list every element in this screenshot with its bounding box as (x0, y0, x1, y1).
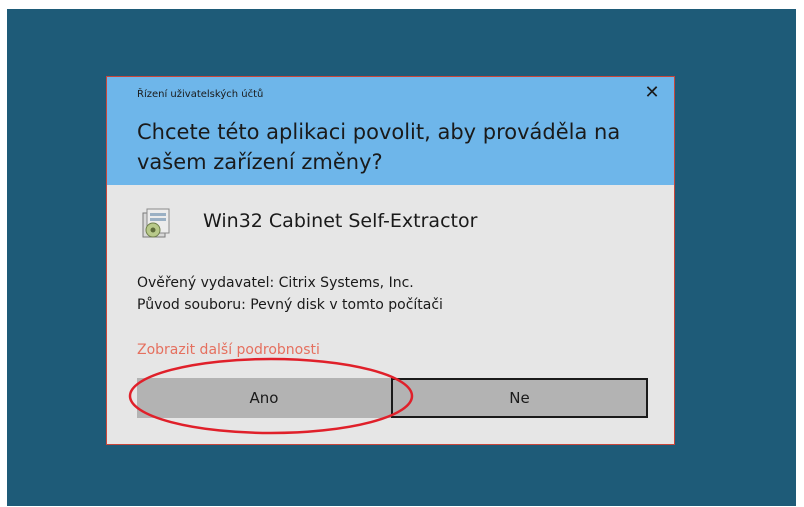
no-button[interactable]: Ne (391, 378, 648, 418)
dialog-title: Řízení uživatelských účtů (137, 89, 264, 100)
app-name: Win32 Cabinet Self-Extractor (203, 210, 478, 232)
close-icon[interactable]: ✕ (640, 83, 664, 103)
dialog-question: Chcete této aplikaci povolit, aby provád… (137, 120, 621, 174)
show-details-link[interactable]: Zobrazit další podrobnosti (137, 342, 320, 358)
uac-dialog: Řízení uživatelských účtů ✕ Chcete této … (107, 77, 674, 444)
installer-package-icon (142, 208, 170, 238)
dialog-header: Řízení uživatelských účtů ✕ Chcete této … (107, 77, 674, 185)
publisher-line: Ověřený vydavatel: Citrix Systems, Inc. (137, 275, 414, 291)
origin-line: Původ souboru: Pevný disk v tomto počíta… (137, 297, 443, 313)
yes-button[interactable]: Ano (137, 378, 391, 418)
